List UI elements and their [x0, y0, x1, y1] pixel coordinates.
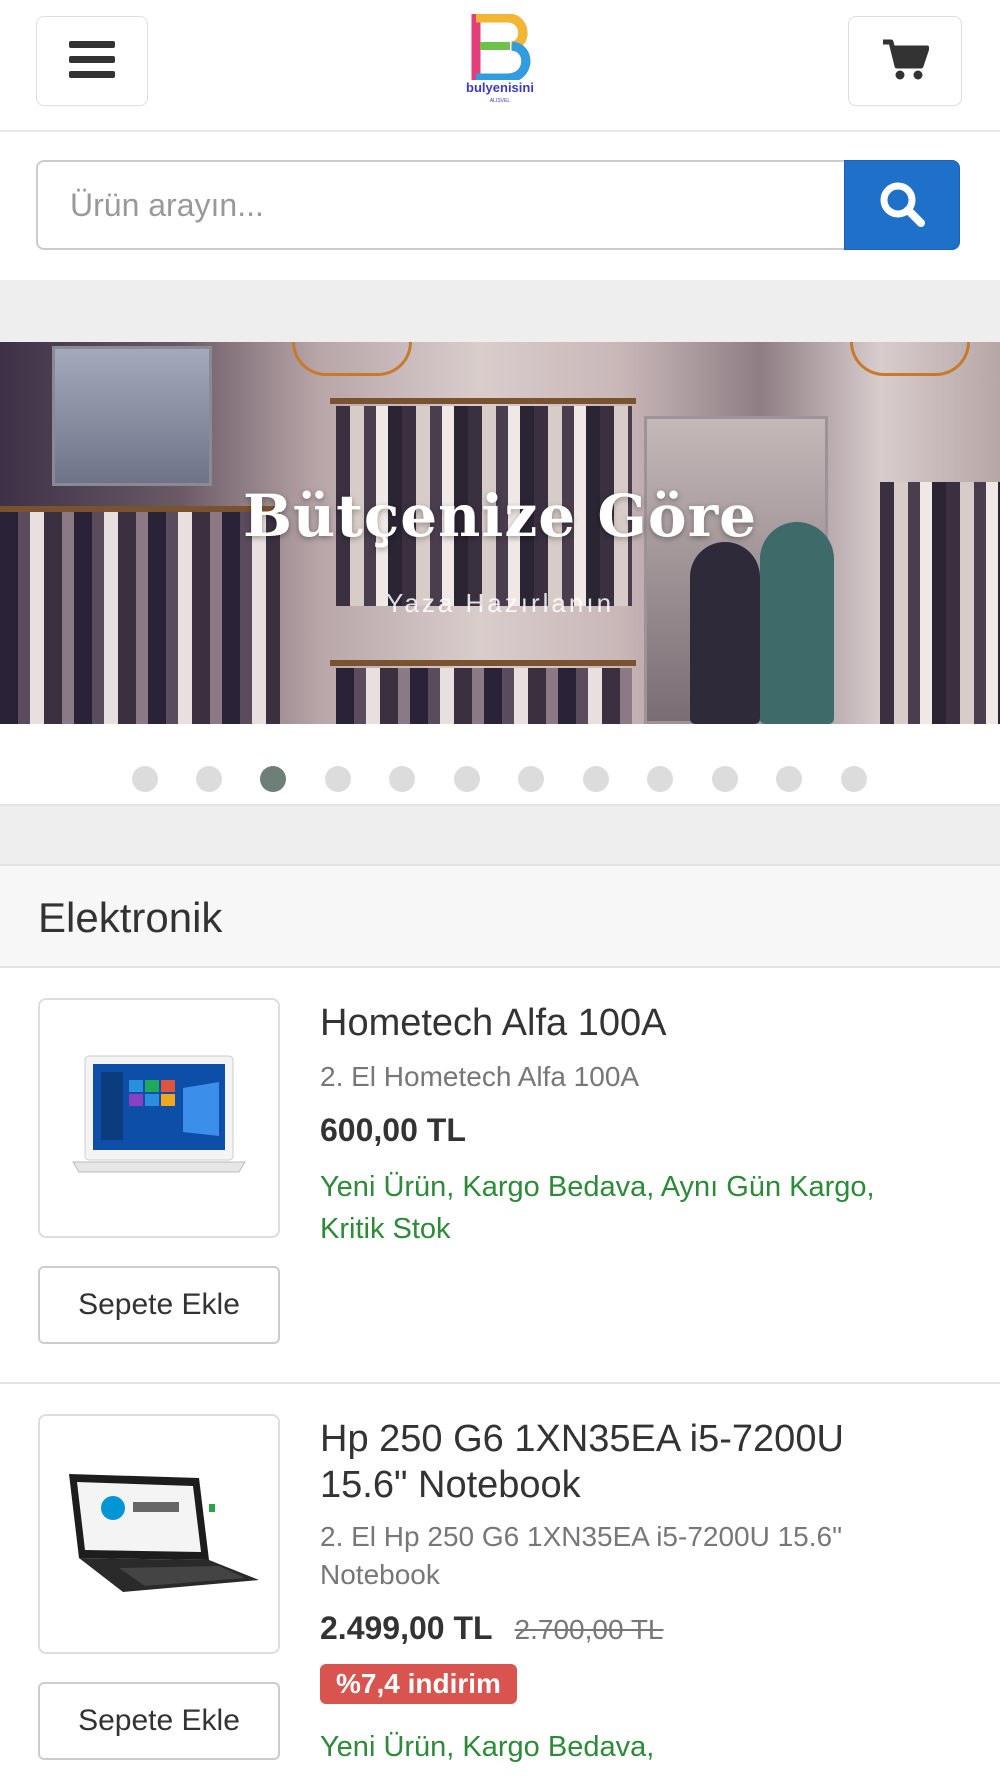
top-header: bulyenisini ALISVEL [0, 0, 1000, 132]
product-description: 2. El Hp 250 G6 1XN35EA i5-7200U 15.6" N… [320, 1521, 843, 1590]
search-icon [877, 179, 927, 232]
section-spacer [0, 806, 1000, 864]
carousel-dot[interactable] [196, 766, 222, 792]
add-to-cart-button[interactable]: Sepete Ekle [38, 1266, 280, 1344]
add-to-cart-button[interactable]: Sepete Ekle [38, 1682, 280, 1760]
banner-photo-frame [52, 346, 212, 486]
product-name[interactable]: Hometech Alfa 100A [320, 1000, 880, 1046]
laptop-image [72, 1055, 246, 1173]
section-spacer [0, 280, 1000, 342]
product-price: 2.499,00 TL [320, 1610, 493, 1646]
carousel-indicators [0, 724, 1000, 806]
search-bar [0, 134, 1000, 280]
menu-button[interactable] [36, 16, 148, 106]
carousel-dot[interactable] [518, 766, 544, 792]
carousel-dot[interactable] [841, 766, 867, 792]
carousel-dot[interactable] [647, 766, 673, 792]
carousel-dot[interactable] [776, 766, 802, 792]
hero-banner[interactable]: Bütçenize Göre Yaza Hazırlanın [0, 342, 1000, 724]
carousel-dot[interactable] [454, 766, 480, 792]
product-old-price: 2.700,00 TL [514, 1614, 664, 1645]
carousel-dot[interactable] [389, 766, 415, 792]
product-card: Sepete Ekle Hp 250 G6 1XN35EA i5-7200U 1… [0, 1384, 1000, 1778]
carousel-dot[interactable] [325, 766, 351, 792]
banner-subtitle: Yaza Hazırlanın [385, 588, 615, 618]
product-description: 2. El Hometech Alfa 100A [320, 1061, 640, 1092]
carousel-dot[interactable] [712, 766, 738, 792]
category-title: Elektronik [38, 894, 223, 941]
cart-button[interactable] [848, 16, 962, 106]
hamburger-icon [69, 40, 115, 82]
logo-text: bulyenisini [466, 80, 534, 95]
laptop-image [69, 1474, 259, 1592]
product-image[interactable] [38, 1414, 280, 1654]
discount-badge: %7,4 indirim [320, 1664, 517, 1704]
logo-subtext: ALISVEL [489, 98, 511, 104]
site-logo[interactable]: bulyenisini ALISVEL [450, 13, 550, 110]
banner-title: Bütçenize Göre [242, 482, 758, 550]
carousel-dot-active[interactable] [260, 766, 286, 792]
product-card: Sepete Ekle Hometech Alfa 100A 2. El Hom… [0, 970, 1000, 1382]
carousel-dot[interactable] [132, 766, 158, 792]
category-header: Elektronik [0, 864, 1000, 968]
product-price-row: 2.499,00 TL 2.700,00 TL [320, 1610, 664, 1647]
search-button[interactable] [844, 160, 960, 250]
product-tags: Yeni Ürün, Kargo Bedava, [320, 1731, 655, 1763]
carousel-dot[interactable] [583, 766, 609, 792]
product-tags: Yeni Ürün, Kargo Bedava, Aynı Gün Kargo,… [320, 1171, 875, 1245]
product-name[interactable]: Hp 250 G6 1XN35EA i5-7200U 15.6" Noteboo… [320, 1416, 880, 1508]
product-price: 600,00 TL [320, 1112, 466, 1148]
shopping-cart-icon [881, 38, 930, 85]
product-image[interactable] [38, 998, 280, 1238]
search-input[interactable] [36, 160, 846, 250]
